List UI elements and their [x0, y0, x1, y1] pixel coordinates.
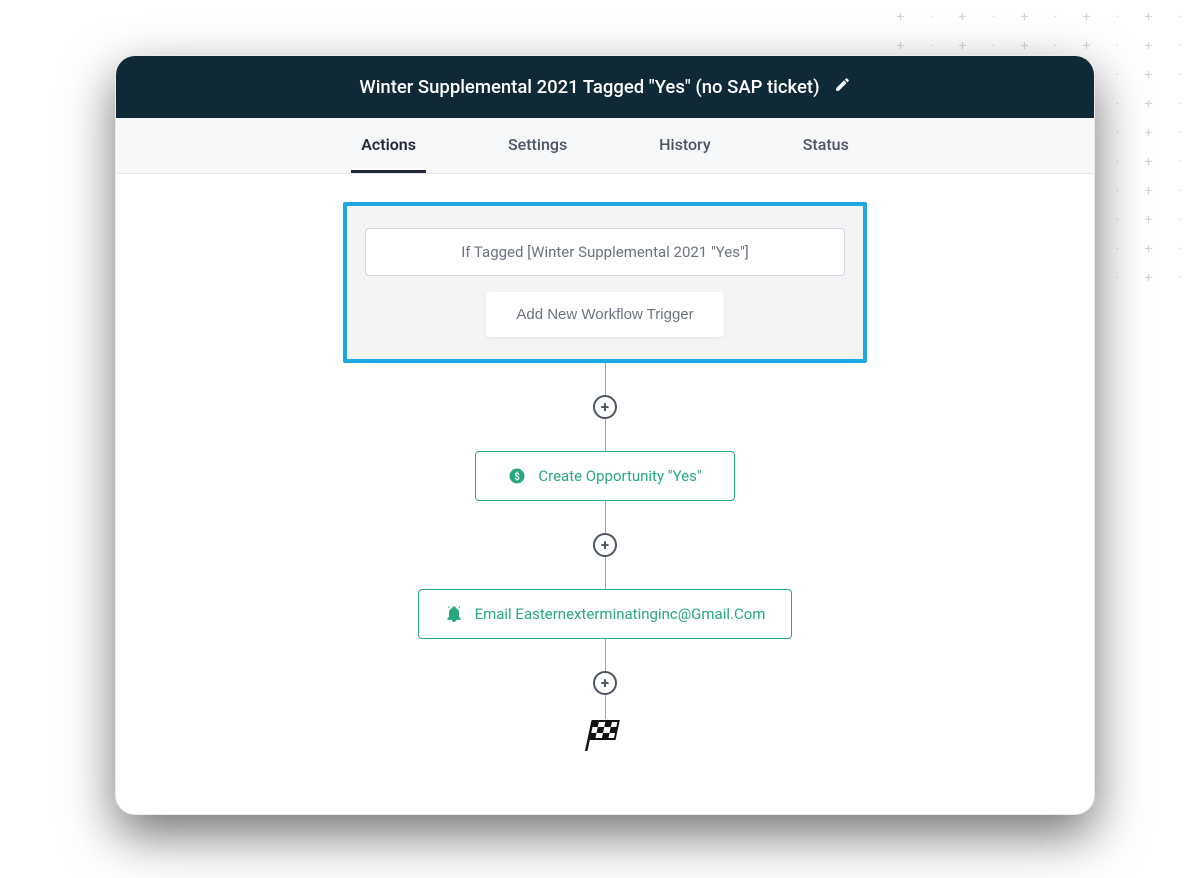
add-step-button[interactable]: + — [593, 395, 617, 419]
tab-settings[interactable]: Settings — [498, 119, 577, 173]
tab-actions[interactable]: Actions — [351, 119, 426, 173]
action-create-opportunity[interactable]: $ Create Opportunity "Yes" — [475, 451, 734, 501]
action-label: Email Easternexterminatinginc@Gmail.Com — [475, 605, 766, 623]
trigger-section: If Tagged [Winter Supplemental 2021 "Yes… — [343, 202, 867, 363]
connector — [605, 557, 606, 589]
trigger-condition[interactable]: If Tagged [Winter Supplemental 2021 "Yes… — [365, 228, 845, 276]
tab-history[interactable]: History — [649, 119, 721, 173]
bell-icon — [445, 605, 463, 623]
edit-icon[interactable] — [834, 76, 851, 98]
workflow-canvas: If Tagged [Winter Supplemental 2021 "Yes… — [116, 174, 1094, 787]
app-window: Winter Supplemental 2021 Tagged "Yes" (n… — [115, 55, 1095, 815]
header-bar: Winter Supplemental 2021 Tagged "Yes" (n… — [116, 56, 1094, 118]
workflow-title: Winter Supplemental 2021 Tagged "Yes" (n… — [359, 76, 819, 98]
connector — [605, 363, 606, 395]
add-step-button[interactable]: + — [593, 533, 617, 557]
connector — [605, 501, 606, 533]
action-label: Create Opportunity "Yes" — [538, 467, 701, 485]
connector — [605, 639, 606, 671]
connector — [605, 695, 606, 719]
finish-flag-icon — [585, 719, 625, 757]
tab-status[interactable]: Status — [793, 119, 859, 173]
add-step-button[interactable]: + — [593, 671, 617, 695]
add-trigger-button[interactable]: Add New Workflow Trigger — [486, 292, 723, 337]
dollar-icon: $ — [508, 467, 526, 485]
connector — [605, 419, 606, 451]
action-email-notification[interactable]: Email Easternexterminatinginc@Gmail.Com — [418, 589, 793, 639]
svg-text:$: $ — [515, 472, 521, 483]
tab-bar: Actions Settings History Status — [116, 118, 1094, 174]
